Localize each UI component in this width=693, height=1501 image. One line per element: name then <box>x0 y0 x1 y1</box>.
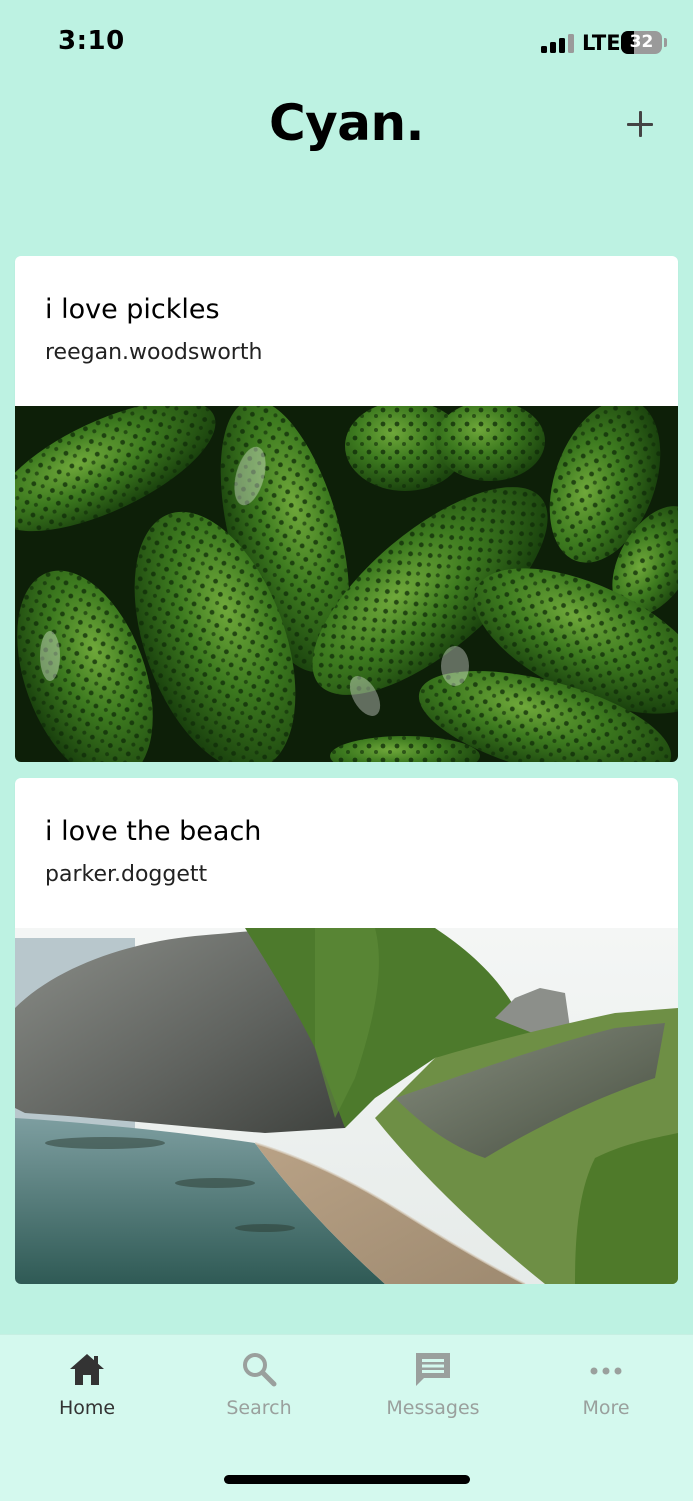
app-title: Cyan. <box>268 94 425 152</box>
post-card-header[interactable]: i love the beach parker.doggett <box>15 778 678 928</box>
network-type: LTE <box>582 31 621 55</box>
home-icon <box>70 1354 104 1385</box>
status-time: 3:10 <box>58 26 125 56</box>
signal-icon <box>541 33 575 53</box>
tab-search-label: Search <box>226 1397 292 1419</box>
status-bar: 3:10 LTE 32 <box>0 0 693 90</box>
tab-more[interactable]: More <box>531 1349 681 1419</box>
message-icon <box>416 1353 450 1386</box>
tab-messages[interactable]: Messages <box>358 1349 508 1419</box>
post-image-beach[interactable] <box>15 928 678 1284</box>
battery-percent: 32 <box>629 32 654 52</box>
tab-messages-label: Messages <box>386 1397 480 1419</box>
more-icon <box>590 1367 622 1375</box>
post-title: i love pickles <box>45 294 220 325</box>
post-card-header[interactable]: i love pickles reegan.woodsworth <box>15 256 678 406</box>
tab-home-label: Home <box>58 1397 116 1419</box>
home-indicator[interactable] <box>224 1475 470 1484</box>
battery-cap <box>664 38 667 47</box>
tab-more-label: More <box>582 1397 630 1419</box>
tab-home[interactable]: Home <box>12 1349 162 1419</box>
search-icon <box>243 1353 277 1387</box>
battery-icon: 32 <box>621 31 662 54</box>
tab-search[interactable]: Search <box>184 1349 334 1419</box>
post-title: i love the beach <box>45 816 262 847</box>
post-author[interactable]: reegan.woodsworth <box>45 340 262 365</box>
post-author[interactable]: parker.doggett <box>45 862 207 887</box>
post-image-pickles[interactable] <box>15 406 678 762</box>
add-post-button[interactable] <box>620 104 660 144</box>
